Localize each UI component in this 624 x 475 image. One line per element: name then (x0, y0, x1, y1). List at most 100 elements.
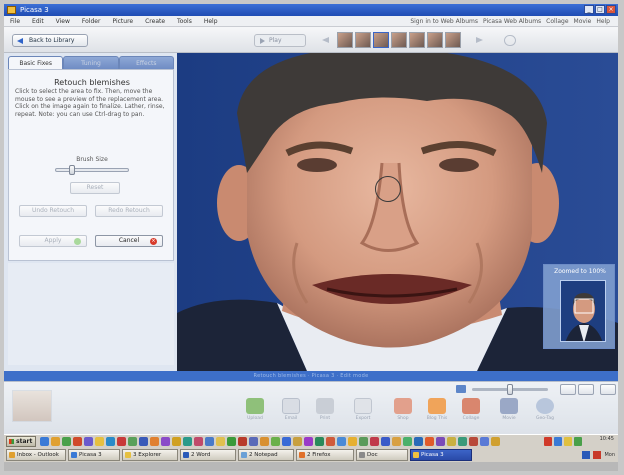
quick-launch-icon[interactable] (392, 437, 401, 446)
taskbar-button[interactable]: Picasa 3 (68, 449, 120, 461)
web-albums-link[interactable]: Picasa Web Albums (483, 18, 541, 25)
quick-launch-icon[interactable] (326, 437, 335, 446)
quick-launch-icon[interactable] (348, 437, 357, 446)
tray-icon[interactable] (564, 437, 572, 446)
back-to-library-button[interactable]: Back to Library (12, 34, 88, 47)
shop-button[interactable]: Shop (392, 398, 414, 428)
quick-launch-icon[interactable] (205, 437, 214, 446)
quick-launch-icon[interactable] (480, 437, 489, 446)
quick-launch-icon[interactable] (304, 437, 313, 446)
taskbar-button[interactable]: 2 Firefox (296, 449, 354, 461)
filmstrip-thumbnail[interactable] (445, 32, 461, 48)
quick-launch-icon[interactable] (62, 437, 71, 446)
minimize-icon[interactable]: _ (584, 5, 594, 14)
quick-launch-icon[interactable] (238, 437, 247, 446)
collage-button[interactable]: Collage (460, 398, 482, 428)
quick-launch-icon[interactable] (403, 437, 412, 446)
quick-launch-icon[interactable] (150, 437, 159, 446)
blog-this-button[interactable]: Blog This (426, 398, 448, 428)
full-screen-button[interactable] (600, 384, 616, 395)
quick-launch-icon[interactable] (172, 437, 181, 446)
quick-launch-icon[interactable] (227, 437, 236, 446)
quick-launch-icon[interactable] (491, 437, 500, 446)
quick-launch-icon[interactable] (282, 437, 291, 446)
filmstrip-thumbnail[interactable] (391, 32, 407, 48)
filmstrip-thumbnail[interactable] (355, 32, 371, 48)
play-slideshow-button[interactable]: Play (254, 34, 306, 47)
quick-launch-icon[interactable] (249, 437, 258, 446)
taskbar-button[interactable]: Inbox - Outlook (6, 449, 66, 461)
tab-basic-fixes[interactable]: Basic Fixes (8, 56, 64, 69)
quick-launch-icon[interactable] (106, 437, 115, 446)
quick-launch-icon[interactable] (183, 437, 192, 446)
quick-launch-icon[interactable] (293, 437, 302, 446)
quick-launch-icon[interactable] (216, 437, 225, 446)
quick-launch-icon[interactable] (447, 437, 456, 446)
tray-icon[interactable] (574, 437, 582, 446)
signin-link[interactable]: Sign in to Web Albums (410, 18, 478, 25)
quick-launch-icon[interactable] (84, 437, 93, 446)
quick-launch-icon[interactable] (458, 437, 467, 446)
movie-link[interactable]: Movie (574, 18, 592, 25)
menu-edit[interactable]: Edit (26, 18, 50, 25)
quick-launch-icon[interactable] (51, 437, 60, 446)
tray-icon[interactable] (544, 437, 552, 446)
undo-retouch-button[interactable]: Undo Retouch (19, 205, 87, 217)
quick-launch-icon[interactable] (359, 437, 368, 446)
menu-help[interactable]: Help (198, 18, 224, 25)
menu-tools[interactable]: Tools (171, 18, 198, 25)
photo-tray-thumbnail[interactable] (12, 390, 52, 422)
quick-launch-icon[interactable] (139, 437, 148, 446)
cancel-button[interactable]: Cancel × (95, 235, 163, 247)
redo-retouch-button[interactable]: Redo Retouch (95, 205, 163, 217)
tab-effects[interactable]: Effects (118, 56, 174, 69)
quick-launch-icon[interactable] (128, 437, 137, 446)
start-button[interactable]: start (6, 436, 36, 447)
quick-launch-icon[interactable] (117, 437, 126, 446)
zoom-navigator[interactable]: Zoomed to 100% (543, 264, 615, 349)
menu-file[interactable]: File (4, 18, 26, 25)
collage-link[interactable]: Collage (546, 18, 568, 25)
quick-launch-icon[interactable] (414, 437, 423, 446)
taskbar-button[interactable]: Doc (356, 449, 408, 461)
photo-canvas[interactable]: Zoomed to 100% (177, 53, 618, 371)
next-photo-icon[interactable] (474, 37, 484, 44)
menu-create[interactable]: Create (139, 18, 171, 25)
brush-size-slider-handle[interactable] (69, 165, 75, 175)
brush-size-slider[interactable] (55, 165, 129, 175)
geo-tag-button[interactable]: Geo-Tag (534, 398, 556, 428)
print-button[interactable]: Print (314, 398, 336, 428)
menu-folder[interactable]: Folder (76, 18, 107, 25)
quick-launch-icon[interactable] (73, 437, 82, 446)
quick-launch-icon[interactable] (95, 437, 104, 446)
tray-icon[interactable] (582, 451, 591, 459)
export-button[interactable]: Export (352, 398, 374, 428)
quick-launch-icon[interactable] (315, 437, 324, 446)
quick-launch-icon[interactable] (436, 437, 445, 446)
quick-launch-icon[interactable] (425, 437, 434, 446)
taskbar-button[interactable]: 2 Notepad (238, 449, 294, 461)
filmstrip-thumbnail[interactable] (337, 32, 353, 48)
zoom-slider-handle[interactable] (507, 384, 513, 395)
fit-view-button[interactable] (560, 384, 576, 395)
taskbar-button-active[interactable]: Picasa 3 (410, 449, 472, 461)
tray-icon[interactable] (593, 451, 602, 459)
quick-launch-icon[interactable] (469, 437, 478, 446)
zoom-slider[interactable] (472, 384, 548, 395)
filmstrip-thumbnail-selected[interactable] (373, 32, 389, 48)
previous-photo-icon[interactable] (322, 37, 332, 44)
quick-launch-icon[interactable] (370, 437, 379, 446)
filmstrip-thumbnail[interactable] (409, 32, 425, 48)
taskbar-button[interactable]: 2 Word (180, 449, 236, 461)
zoom-navigator-thumbnail[interactable] (560, 280, 606, 342)
actual-size-button[interactable] (578, 384, 594, 395)
quick-launch-icon[interactable] (260, 437, 269, 446)
filmstrip-thumbnail[interactable] (427, 32, 443, 48)
email-button[interactable]: Email (280, 398, 302, 428)
quick-launch-icon[interactable] (40, 437, 49, 446)
upload-button[interactable]: Upload (244, 398, 266, 428)
reset-button[interactable]: Reset (70, 182, 120, 194)
rotate-icon[interactable] (504, 35, 516, 46)
quick-launch-icon[interactable] (381, 437, 390, 446)
tab-tuning[interactable]: Tuning (63, 56, 119, 69)
